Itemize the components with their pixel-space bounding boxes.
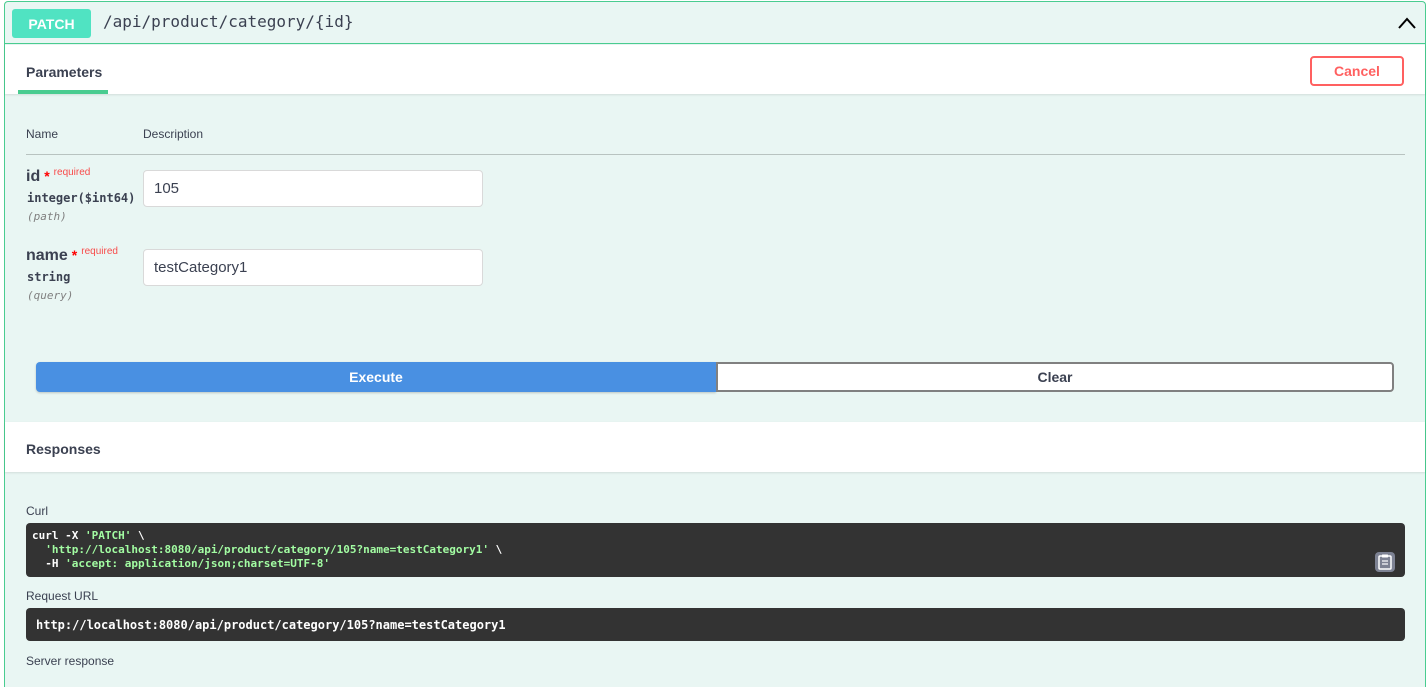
clipboard-glyph xyxy=(1378,554,1392,570)
param-type-id: integer($int64) xyxy=(27,191,136,205)
parameters-header: Parameters Cancel xyxy=(5,45,1425,94)
code-string: 'accept: application/json;charset=UTF-8' xyxy=(65,557,331,570)
curl-label: Curl xyxy=(26,504,49,518)
operation-summary[interactable]: PATCH /api/product/category/{id} xyxy=(5,2,1425,44)
server-response-label: Server response xyxy=(26,654,115,668)
code-text: \ xyxy=(488,543,503,556)
tab-underline xyxy=(18,90,108,94)
param-name-text: name xyxy=(26,247,68,264)
required-label: required xyxy=(81,246,118,257)
code-text: -H xyxy=(32,557,66,570)
required-star: * xyxy=(44,168,50,184)
operation-path: /api/product/category/{id} xyxy=(103,12,354,31)
curl-line: 'http://localhost:8080/api/product/categ… xyxy=(32,543,1399,557)
param-type-name: string xyxy=(27,270,71,284)
required-star: * xyxy=(71,247,78,263)
request-url-label: Request URL xyxy=(26,589,99,603)
param-name-text: id xyxy=(26,168,41,185)
table-divider xyxy=(26,154,1405,155)
column-header-name: Name xyxy=(26,127,59,141)
curl-code-block[interactable]: curl -X 'PATCH' \ 'http://localhost:8080… xyxy=(26,523,1405,577)
responses-title: Responses xyxy=(26,441,101,457)
required-label: required xyxy=(53,167,91,178)
code-string: 'http://localhost:8080/api/product/categ… xyxy=(45,543,489,556)
tab-parameters[interactable]: Parameters xyxy=(26,64,102,80)
code-string: 'PATCH' xyxy=(84,529,132,542)
code-text: curl -X xyxy=(32,529,85,542)
request-url-block[interactable]: http://localhost:8080/api/product/catego… xyxy=(26,608,1405,641)
chevron-up-icon[interactable] xyxy=(1397,14,1417,32)
code-text: \ xyxy=(131,529,145,542)
curl-line: curl -X 'PATCH' \ xyxy=(32,529,1399,543)
id-input[interactable]: 105 xyxy=(143,170,483,207)
method-badge: PATCH xyxy=(12,9,91,38)
param-name-name: name * required xyxy=(26,246,118,265)
cancel-button[interactable]: Cancel xyxy=(1310,56,1404,86)
column-header-description: Description xyxy=(143,127,204,141)
responses-header: Responses xyxy=(5,422,1425,472)
execute-button[interactable]: Execute xyxy=(36,362,716,392)
clipboard-icon[interactable] xyxy=(1375,552,1395,572)
param-name-id: id * required xyxy=(26,167,90,186)
operation-block: PATCH /api/product/category/{id} Paramet… xyxy=(4,1,1426,687)
clear-button[interactable]: Clear xyxy=(716,362,1394,392)
curl-line: -H 'accept: application/json;charset=UTF… xyxy=(32,557,1399,571)
name-input[interactable]: testCategory1 xyxy=(143,249,483,286)
param-in-name: (query) xyxy=(27,289,74,302)
param-in-id: (path) xyxy=(27,210,67,223)
